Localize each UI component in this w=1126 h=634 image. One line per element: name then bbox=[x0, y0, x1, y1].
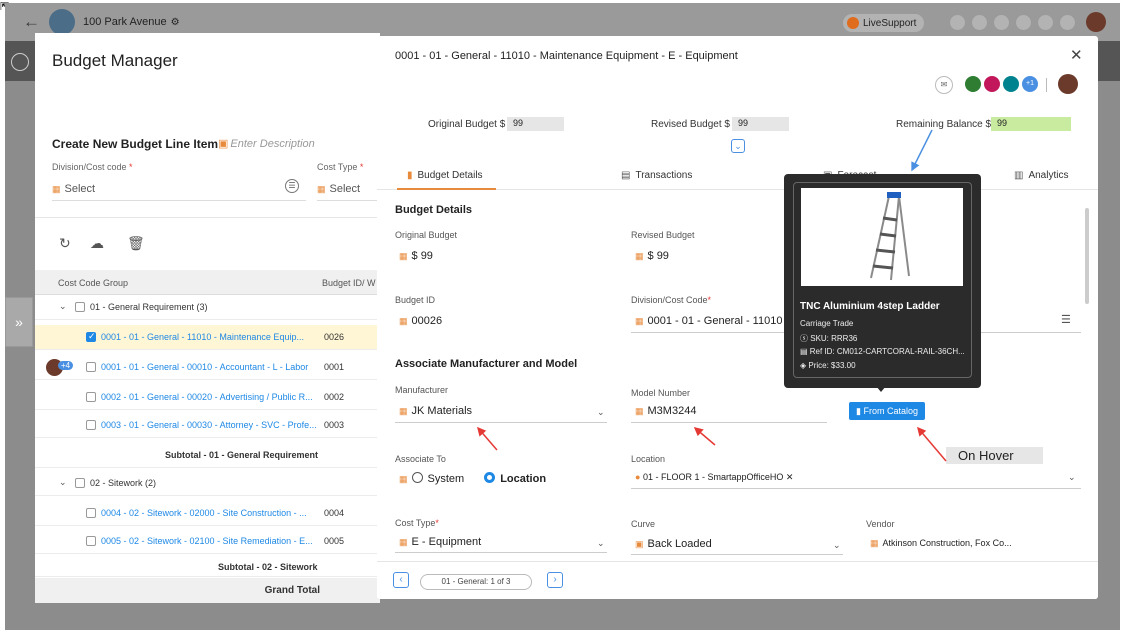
arrow-model bbox=[693, 427, 716, 446]
app-window: ← 100 Park Avenue ⚙ LiveSupport » Budget … bbox=[5, 3, 1120, 630]
annotation-arrows bbox=[477, 129, 947, 462]
arrow-remaining-balance bbox=[911, 129, 933, 172]
arrow-catalog bbox=[917, 426, 947, 462]
arrow-manufacturer bbox=[477, 426, 498, 451]
